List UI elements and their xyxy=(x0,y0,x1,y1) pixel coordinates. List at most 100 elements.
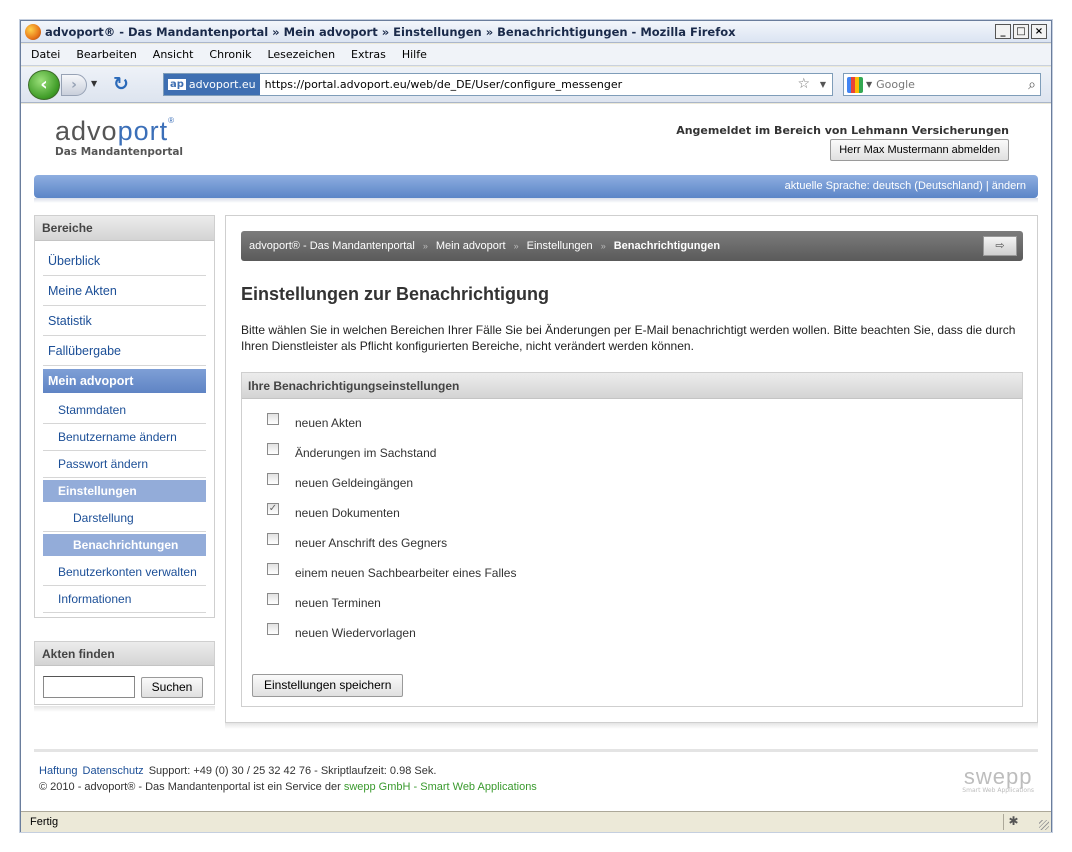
main-panel: advoport® - Das Mandantenportal » Mein a… xyxy=(225,215,1038,723)
option-label: einem neuen Sachbearbeiter eines Falles xyxy=(295,566,517,580)
main-panel-shadow xyxy=(225,723,1038,729)
notification-settings-box: Ihre Benachrichtigungseinstellungen neue… xyxy=(241,372,1023,707)
url-dropdown-icon[interactable]: ▼ xyxy=(820,80,826,89)
checkbox[interactable] xyxy=(267,443,279,455)
status-text: Fertig xyxy=(30,816,59,828)
history-dropdown-icon[interactable]: ▼ xyxy=(91,79,97,88)
addon-icon[interactable]: ✱ xyxy=(1003,814,1023,830)
breadcrumb-home[interactable]: advoport® - Das Mandantenportal xyxy=(249,240,415,252)
menu-bearbeiten[interactable]: Bearbeiten xyxy=(76,48,136,61)
search-engine-dropdown-icon[interactable]: ▼ xyxy=(866,80,872,89)
footer-copyright: © 2010 - advoport® - Das Mandantenportal… xyxy=(39,781,341,793)
search-box[interactable]: ▼ Google ⌕ xyxy=(843,73,1041,96)
option-anschrift-gegner[interactable]: neuer Anschrift des Gegners xyxy=(267,533,447,553)
logged-in-text: Angemeldet im Bereich von Lehmann Versic… xyxy=(676,124,1009,137)
breadcrumb-mein-advoport[interactable]: Mein advoport xyxy=(436,240,506,252)
footer-link-datenschutz[interactable]: Datenschutz xyxy=(83,765,144,777)
search-icon[interactable]: ⌕ xyxy=(1028,77,1036,93)
menu-lesezeichen[interactable]: Lesezeichen xyxy=(267,48,335,61)
checkbox[interactable] xyxy=(267,413,279,425)
logo-wordmark: advoport® xyxy=(55,116,183,147)
minimize-button[interactable]: _ xyxy=(995,24,1011,39)
search-input[interactable]: Google xyxy=(876,78,1028,91)
option-label: neuen Akten xyxy=(295,416,362,430)
url-text[interactable]: https://portal.advoport.eu/web/de_DE/Use… xyxy=(260,78,622,91)
save-settings-button[interactable]: Einstellungen speichern xyxy=(252,674,404,697)
menu-hilfe[interactable]: Hilfe xyxy=(402,48,427,61)
sidebar-item-stammdaten[interactable]: Stammdaten xyxy=(43,397,206,424)
menu-extras[interactable]: Extras xyxy=(351,48,386,61)
option-wiedervorlagen[interactable]: neuen Wiedervorlagen xyxy=(267,623,416,643)
option-label: neuer Anschrift des Gegners xyxy=(295,536,448,550)
page-title: Einstellungen zur Benachrichtigung xyxy=(241,284,550,304)
option-geldeingaenge[interactable]: neuen Geldeingängen xyxy=(267,473,413,493)
logout-button[interactable]: Herr Max Mustermann abmelden xyxy=(830,139,1009,161)
close-button[interactable]: × xyxy=(1031,24,1047,39)
find-box-shadow xyxy=(34,706,215,712)
footer-line-1: Haftung Datenschutz Support: +49 (0) 30 / … xyxy=(39,765,436,777)
option-sachbearbeiter[interactable]: einem neuen Sachbearbeiter eines Falles xyxy=(267,563,516,583)
menu-datei[interactable]: Datei xyxy=(31,48,60,61)
option-dokumente[interactable]: ✓ neuen Dokumenten xyxy=(267,503,400,523)
advoport-logo[interactable]: advoport® Das Mandantenportal xyxy=(55,116,183,158)
window-controls: _ □ × xyxy=(995,24,1047,39)
footer-link-haftung[interactable]: Haftung xyxy=(39,765,78,777)
breadcrumb-separator: » xyxy=(513,241,519,251)
breadcrumb: advoport® - Das Mandantenportal » Mein a… xyxy=(241,231,1023,261)
menu-bar: Datei Bearbeiten Ansicht Chronik Lesezei… xyxy=(21,44,1051,66)
sidebar-item-informationen[interactable]: Informationen xyxy=(43,586,206,613)
sidebar-item-einstellungen[interactable]: Einstellungen xyxy=(43,480,206,502)
sidebar-item-benachrichtungen[interactable]: Benachrichtungen xyxy=(43,534,206,556)
site-badge-domain: advoport.eu xyxy=(188,78,256,91)
checkbox[interactable] xyxy=(267,563,279,575)
checkbox[interactable] xyxy=(267,623,279,635)
swepp-logo[interactable]: swepp Smart Web Applications xyxy=(962,764,1034,794)
logo-reg: ® xyxy=(168,116,175,125)
maximize-button[interactable]: □ xyxy=(1013,24,1029,39)
forward-button[interactable]: › xyxy=(61,74,87,96)
sidebar-item-falluebergabe[interactable]: Fallübergabe xyxy=(43,336,206,366)
sidebar: Bereiche Überblick Meine Akten Statistik… xyxy=(34,215,215,618)
site-identity-badge[interactable]: ap advoport.eu xyxy=(164,74,260,95)
option-label: neuen Geldeingängen xyxy=(295,476,414,490)
google-icon[interactable] xyxy=(847,76,863,93)
sidebar-item-meine-akten[interactable]: Meine Akten xyxy=(43,276,206,306)
menu-ansicht[interactable]: Ansicht xyxy=(153,48,194,61)
footer: Haftung Datenschutz Support: +49 (0) 30 / … xyxy=(34,749,1038,809)
sidebar-item-statistik[interactable]: Statistik xyxy=(43,306,206,336)
sidebar-item-mein-advoport[interactable]: Mein advoport xyxy=(43,369,206,393)
arrow-right-icon: › xyxy=(71,77,77,93)
resize-grip-icon[interactable] xyxy=(1039,820,1049,830)
language-bar[interactable]: aktuelle Sprache: deutsch (Deutschland) … xyxy=(34,175,1038,198)
back-button[interactable]: ‹ xyxy=(28,70,60,100)
sidebar-item-benutzername-aendern[interactable]: Benutzername ändern xyxy=(43,424,206,451)
sidebar-item-benutzerkonten-verwalten[interactable]: Benutzerkonten verwalten xyxy=(43,559,206,586)
menu-chronik[interactable]: Chronik xyxy=(209,48,251,61)
find-files-title: Akten finden xyxy=(35,642,214,666)
site-badge-short: ap xyxy=(168,79,186,90)
notification-settings-title: Ihre Benachrichtigungseinstellungen xyxy=(242,373,1022,399)
option-label: Änderungen im Sachstand xyxy=(295,446,437,460)
sidebar-item-darstellung[interactable]: Darstellung xyxy=(43,505,206,532)
title-bar: advoport® - Das Mandantenportal » Mein a… xyxy=(21,21,1051,43)
page-content: advoport® Das Mandantenportal Angemeldet… xyxy=(21,104,1051,811)
checkbox[interactable] xyxy=(267,473,279,485)
option-termine[interactable]: neuen Terminen xyxy=(267,593,381,613)
url-bar[interactable]: ap advoport.eu https://portal.advoport.e… xyxy=(163,73,833,96)
find-files-input[interactable] xyxy=(43,676,135,698)
breadcrumb-einstellungen[interactable]: Einstellungen xyxy=(527,240,593,252)
sidebar-item-passwort-aendern[interactable]: Passwort ändern xyxy=(43,451,206,478)
sidebar-item-ueberblick[interactable]: Überblick xyxy=(43,246,206,276)
option-aenderungen-sachstand[interactable]: Änderungen im Sachstand xyxy=(267,443,436,463)
reload-icon[interactable]: ↻ xyxy=(113,73,129,95)
arrow-left-icon: ‹ xyxy=(40,74,48,95)
checkbox[interactable] xyxy=(267,533,279,545)
checkbox[interactable] xyxy=(267,593,279,605)
bookmark-star-icon[interactable]: ☆ xyxy=(797,76,810,92)
footer-support: Support: +49 (0) 30 / 25 32 42 76 - Skri… xyxy=(148,765,437,777)
option-neuen-akten[interactable]: neuen Akten xyxy=(267,413,362,433)
find-files-button[interactable]: Suchen xyxy=(141,677,203,698)
firefox-icon xyxy=(25,23,41,40)
export-icon[interactable]: ⇨ xyxy=(983,236,1017,256)
footer-swepp-link[interactable]: swepp GmbH - Smart Web Applications xyxy=(344,781,537,793)
